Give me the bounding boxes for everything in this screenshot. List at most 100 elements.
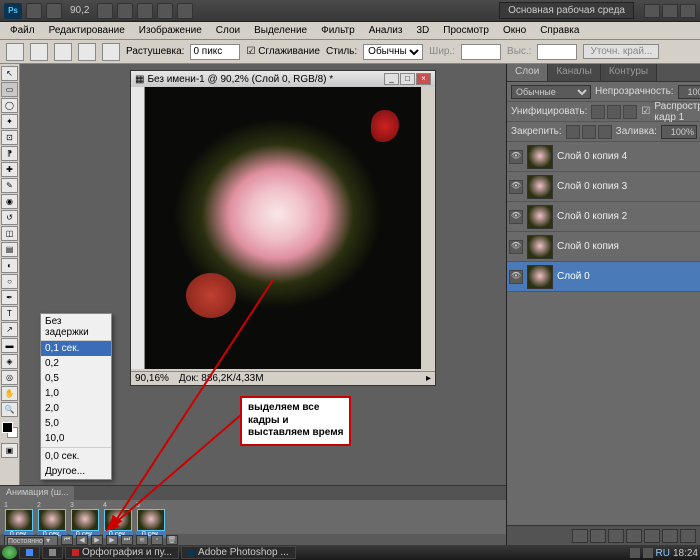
eyedropper-tool[interactable]: ⁋ — [1, 146, 18, 161]
new-layer-icon[interactable] — [662, 529, 678, 543]
document-titlebar[interactable]: ▦ Без имени-1 @ 90,2% (Слой 0, RGB/8) * … — [131, 71, 435, 87]
layer-row[interactable]: 👁 Слой 0 копия 4 — [507, 142, 700, 172]
visibility-toggle[interactable]: 👁 — [509, 240, 523, 254]
unify-visibility-icon[interactable] — [607, 105, 621, 119]
taskbar-app[interactable]: Орфография и пу... — [65, 546, 179, 559]
history-icon[interactable] — [46, 3, 62, 19]
loop-select[interactable]: Постоянно ▾ — [4, 535, 58, 546]
heal-tool[interactable]: ✚ — [1, 162, 18, 177]
delay-option[interactable]: 2,0 — [41, 401, 111, 416]
hand-tool[interactable]: ✋ — [1, 386, 18, 401]
current-tool-icon[interactable] — [6, 43, 24, 61]
blend-mode-select[interactable]: Обычные — [511, 85, 591, 99]
delay-option-other[interactable]: Другое... — [41, 464, 111, 479]
tray-clock[interactable]: 18:24 — [673, 548, 698, 558]
layer-name[interactable]: Слой 0 копия 4 — [557, 151, 627, 162]
animation-frame[interactable]: 20 сек. — [37, 502, 67, 538]
doc-close-button[interactable]: × — [416, 73, 431, 85]
selection-mode-new-icon[interactable] — [30, 43, 48, 61]
delay-option[interactable]: 10,0 — [41, 431, 111, 446]
arrange-icon[interactable] — [157, 3, 173, 19]
style-select[interactable]: Обычный — [363, 44, 423, 60]
view-hand-icon[interactable] — [97, 3, 113, 19]
menu-image[interactable]: Изображение — [133, 23, 208, 38]
delay-option[interactable]: 1,0 — [41, 386, 111, 401]
animation-frame[interactable]: 40 сек. — [103, 502, 133, 538]
shape-tool[interactable]: ▬ — [1, 338, 18, 353]
layer-row[interactable]: 👁 Слой 0 копия 2 — [507, 202, 700, 232]
delete-layer-icon[interactable] — [680, 529, 696, 543]
layer-thumb[interactable] — [527, 175, 553, 199]
eraser-tool[interactable]: ◫ — [1, 226, 18, 241]
3d-camera-tool[interactable]: ◎ — [1, 370, 18, 385]
delay-option[interactable]: 0,5 — [41, 371, 111, 386]
maximize-button[interactable] — [662, 4, 678, 18]
layer-name[interactable]: Слой 0 копия 2 — [557, 211, 627, 222]
stamp-tool[interactable]: ◉ — [1, 194, 18, 209]
blur-tool[interactable]: ◐ — [1, 258, 18, 273]
lock-all-icon[interactable] — [598, 125, 612, 139]
tray-icon[interactable] — [630, 548, 640, 558]
layer-mask-icon[interactable] — [608, 529, 624, 543]
tray-lang[interactable]: RU — [656, 548, 670, 558]
delay-option[interactable]: 0,0 сек. — [41, 449, 111, 464]
delay-option[interactable]: 0,1 сек. — [41, 341, 111, 356]
menu-layer[interactable]: Слои — [210, 23, 246, 38]
path-tool[interactable]: ↗ — [1, 322, 18, 337]
tab-animation[interactable]: Анимация (ш... — [0, 486, 74, 500]
history-brush-tool[interactable]: ↺ — [1, 210, 18, 225]
visibility-toggle[interactable]: 👁 — [509, 210, 523, 224]
visibility-toggle[interactable]: 👁 — [509, 270, 523, 284]
pen-tool[interactable]: ✒ — [1, 290, 18, 305]
lock-position-icon[interactable] — [582, 125, 596, 139]
delay-option[interactable]: 0,2 — [41, 356, 111, 371]
tab-paths[interactable]: Контуры — [601, 64, 657, 81]
layer-row[interactable]: 👁 Слой 0 копия — [507, 232, 700, 262]
menu-3d[interactable]: 3D — [410, 23, 435, 38]
layer-group-icon[interactable] — [644, 529, 660, 543]
doc-info-arrow-icon[interactable]: ▸ — [426, 373, 431, 384]
feather-input[interactable] — [190, 44, 240, 60]
doc-maximize-button[interactable]: □ — [400, 73, 415, 85]
menu-file[interactable]: Файл — [4, 23, 41, 38]
zoom-value[interactable]: 90,2 — [70, 5, 89, 16]
doc-minimize-button[interactable]: _ — [384, 73, 399, 85]
unify-position-icon[interactable] — [591, 105, 605, 119]
layer-name[interactable]: Слой 0 копия — [557, 241, 619, 252]
tray-icon[interactable] — [643, 548, 653, 558]
animation-frame[interactable]: 30 сек. — [70, 502, 100, 538]
link-layers-icon[interactable] — [572, 529, 588, 543]
tab-layers[interactable]: Слои — [507, 64, 548, 81]
document-canvas[interactable] — [145, 87, 421, 369]
layer-thumb[interactable] — [527, 205, 553, 229]
view-rotate-icon[interactable] — [137, 3, 153, 19]
selection-mode-intersect-icon[interactable] — [102, 43, 120, 61]
layer-name[interactable]: Слой 0 копия 3 — [557, 181, 627, 192]
menu-edit[interactable]: Редактирование — [43, 23, 131, 38]
selection-mode-subtract-icon[interactable] — [78, 43, 96, 61]
menu-filter[interactable]: Фильтр — [315, 23, 361, 38]
3d-tool[interactable]: ◈ — [1, 354, 18, 369]
layer-row[interactable]: 👁Слой 0 — [507, 262, 700, 292]
tween-button[interactable]: ≋ — [136, 535, 148, 545]
quicklaunch[interactable] — [19, 546, 40, 559]
menu-view[interactable]: Просмотр — [437, 23, 495, 38]
visibility-toggle[interactable]: 👁 — [509, 150, 523, 164]
menu-select[interactable]: Выделение — [248, 23, 313, 38]
selection-mode-add-icon[interactable] — [54, 43, 72, 61]
close-button[interactable] — [680, 4, 696, 18]
workspace-switcher[interactable]: Основная рабочая среда — [499, 2, 634, 19]
type-tool[interactable]: T — [1, 306, 18, 321]
screen-mode-icon[interactable] — [177, 3, 193, 19]
antialias-checkbox[interactable]: ☑ Сглаживание — [246, 46, 320, 57]
quickmask-toggle[interactable]: ▣ — [1, 443, 18, 458]
layer-thumb[interactable] — [527, 265, 553, 289]
first-frame-button[interactable]: ⏮ — [61, 535, 73, 545]
brush-tool[interactable]: ✎ — [1, 178, 18, 193]
move-tool[interactable]: ↖ — [1, 66, 18, 81]
fill-input[interactable] — [661, 125, 697, 139]
animation-frame[interactable]: 50 сек. — [136, 502, 166, 538]
last-frame-button[interactable]: ⏭ — [121, 535, 133, 545]
duplicate-frame-button[interactable]: ▫ — [151, 535, 163, 545]
layer-thumb[interactable] — [527, 235, 553, 259]
